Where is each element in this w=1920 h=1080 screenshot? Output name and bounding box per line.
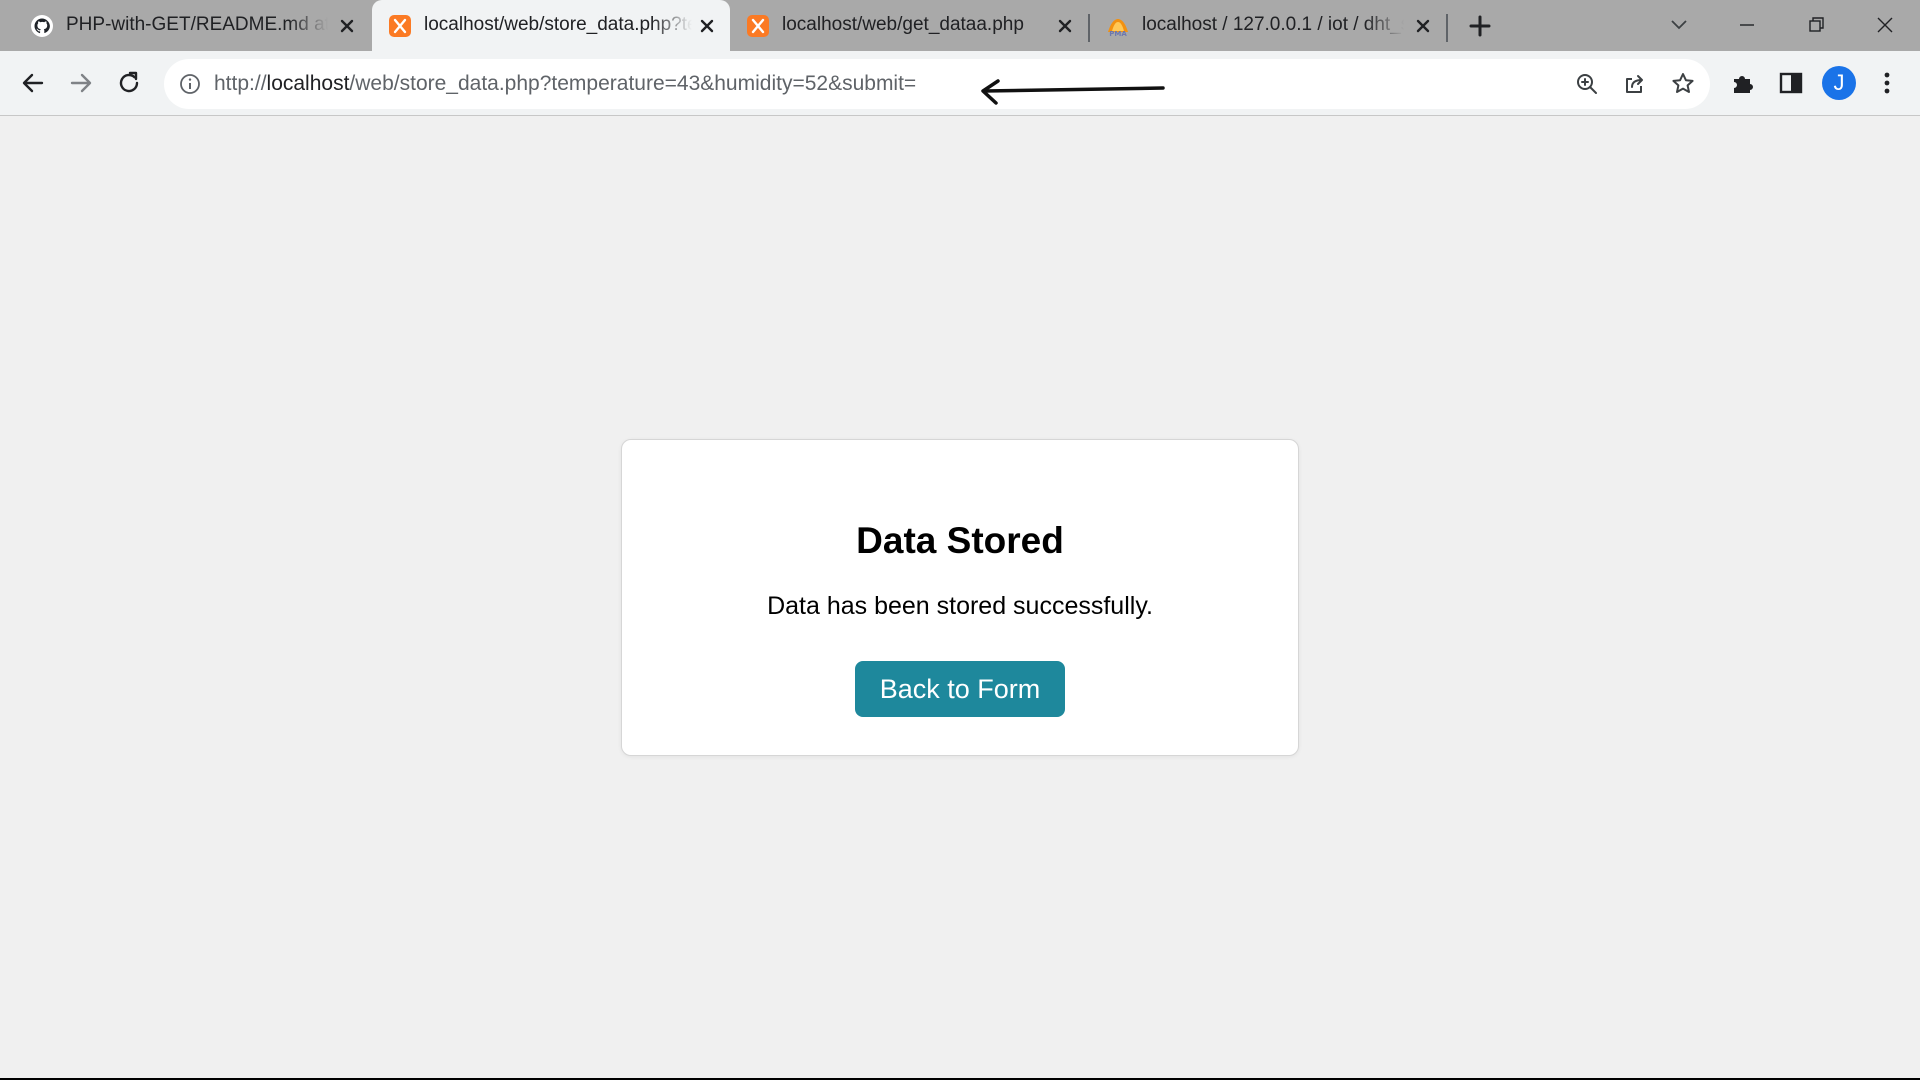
zoom-icon[interactable] xyxy=(1574,71,1600,97)
close-icon[interactable] xyxy=(336,15,358,37)
tab-github-readme[interactable]: PHP-with-GET/README.md at m xyxy=(14,0,370,51)
tab-title: localhost/web/get_dataa.php xyxy=(782,14,1024,35)
phpmyadmin-icon: PMA xyxy=(1108,19,1128,38)
reload-icon[interactable] xyxy=(114,68,144,98)
extensions-icon[interactable] xyxy=(1728,68,1758,98)
close-icon[interactable] xyxy=(696,15,718,37)
chevron-down-icon[interactable] xyxy=(1667,12,1691,36)
close-icon[interactable] xyxy=(1054,15,1076,37)
profile-avatar[interactable]: J xyxy=(1822,66,1856,100)
restore-icon[interactable] xyxy=(1801,10,1831,40)
url-text[interactable]: http://localhost/web/store_data.php?temp… xyxy=(214,72,916,96)
info-icon[interactable] xyxy=(178,72,202,96)
new-tab-icon[interactable] xyxy=(1466,12,1494,40)
close-icon[interactable] xyxy=(1412,15,1434,37)
share-icon[interactable] xyxy=(1622,71,1648,97)
url-host: localhost xyxy=(266,72,350,95)
tab-strip: PHP-with-GET/README.md at m localhost/we… xyxy=(0,0,1920,51)
url-scheme: http:// xyxy=(214,72,267,95)
url-path: /web/store_data.php?temperature=43&humid… xyxy=(349,72,917,95)
tab-phpmyadmin[interactable]: PMA localhost / 127.0.0.1 / iot / dht_se xyxy=(1090,0,1446,51)
forward-icon[interactable] xyxy=(66,68,96,98)
page-title: Data Stored xyxy=(856,520,1064,561)
back-to-form-button[interactable]: Back to Form xyxy=(855,661,1065,717)
xampp-icon xyxy=(389,15,411,37)
tab-title: localhost / 127.0.0.1 / iot / dht_se xyxy=(1142,14,1404,35)
tab-store-data[interactable]: localhost/web/store_data.php?te xyxy=(372,0,730,51)
svg-text:PMA: PMA xyxy=(1109,30,1127,38)
annotation-arrow-icon xyxy=(981,79,1165,105)
address-bar[interactable]: http://localhost/web/store_data.php?temp… xyxy=(164,59,1710,109)
minimize-icon[interactable] xyxy=(1732,10,1762,40)
browser-toolbar: http://localhost/web/store_data.php?temp… xyxy=(0,51,1920,116)
xampp-icon xyxy=(747,15,769,37)
tab-separator xyxy=(1446,14,1448,42)
menu-dots-icon[interactable] xyxy=(1872,68,1902,98)
tab-get-dataa[interactable]: localhost/web/get_dataa.php xyxy=(730,0,1088,51)
tab-title: PHP-with-GET/README.md at m xyxy=(66,14,328,35)
back-icon[interactable] xyxy=(18,68,48,98)
tab-title: localhost/web/store_data.php?te xyxy=(424,14,692,35)
side-panel-icon[interactable] xyxy=(1776,68,1806,98)
bookmark-star-icon[interactable] xyxy=(1670,71,1696,97)
github-icon xyxy=(31,15,53,37)
success-message: Data has been stored successfully. xyxy=(767,592,1153,620)
success-card: Data Stored Data has been stored success… xyxy=(621,439,1299,756)
page-viewport: Data Stored Data has been stored success… xyxy=(0,116,1920,1078)
window-close-icon[interactable] xyxy=(1870,10,1900,40)
